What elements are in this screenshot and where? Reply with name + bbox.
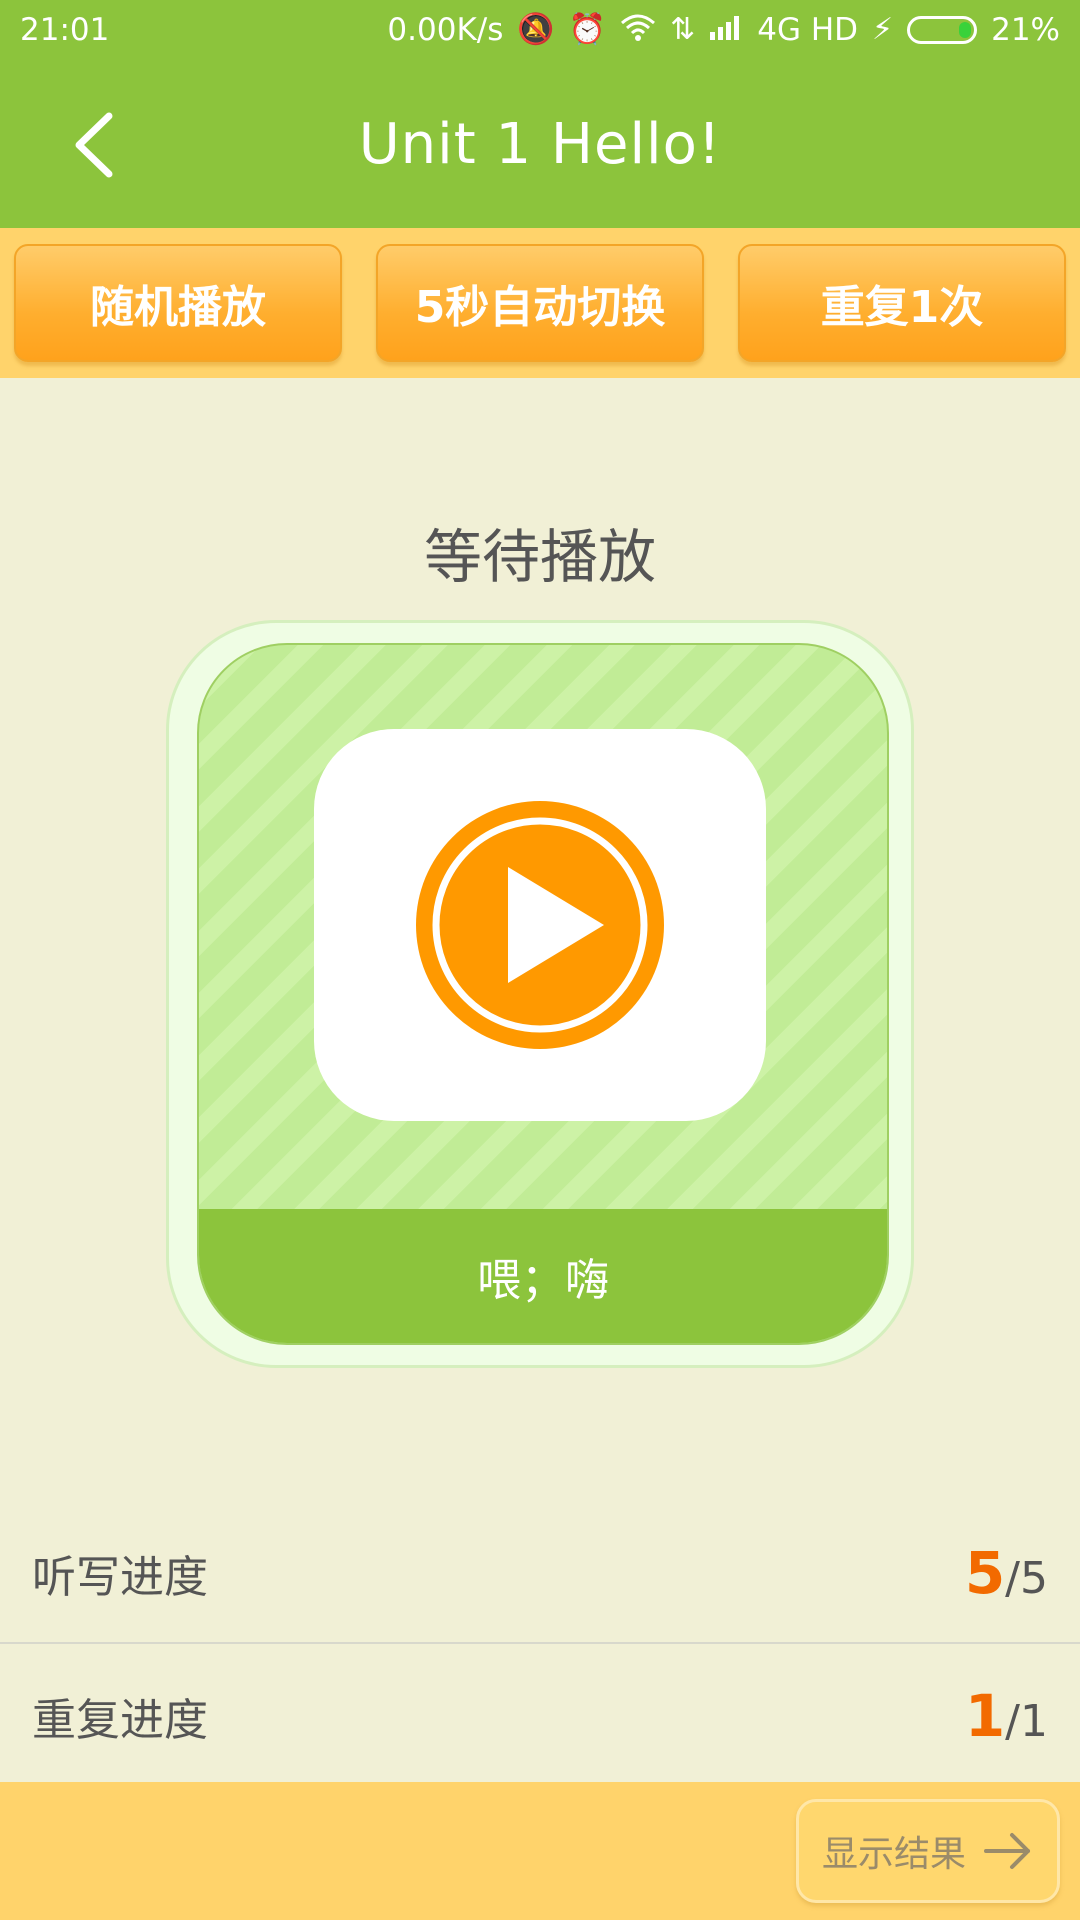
show-result-label: 显示结果	[821, 1834, 966, 1875]
dictation-progress-current: 5	[964, 1539, 1006, 1607]
toolbar: 随机播放 5秒自动切换 重复1次	[0, 228, 1080, 378]
repeat-progress-current: 1	[964, 1682, 1006, 1750]
play-status-label: 等待播放	[423, 523, 656, 591]
show-result-button[interactable]: 显示结果	[796, 1799, 1060, 1903]
charging-icon: ⚡	[872, 12, 894, 47]
back-arrow-icon	[75, 112, 113, 178]
footer: 显示结果	[0, 1782, 1080, 1920]
dictation-progress-total: /5	[1005, 1553, 1048, 1604]
dictation-progress-value: 5/5	[965, 1539, 1048, 1607]
mute-bell-icon: 🔕	[517, 12, 555, 47]
word-meaning: 喂；嗨	[199, 1209, 887, 1343]
back-button[interactable]	[48, 100, 138, 190]
repeat-progress-row: 重复进度 1/1	[0, 1646, 1080, 1786]
status-bar: 21:01 0.00K/s 🔕 ⏰ ⇅ 4G HD ⚡ 21%	[0, 0, 1080, 60]
repeat-progress-total: /1	[1005, 1696, 1048, 1747]
data-arrows-icon: ⇅	[670, 12, 696, 47]
signal-icon	[709, 14, 743, 46]
alarm-icon: ⏰	[568, 12, 607, 47]
repeat-progress-value: 1/1	[965, 1682, 1048, 1750]
status-time: 21:01	[20, 12, 110, 48]
word-card: 喂；嗨	[166, 620, 914, 1368]
wifi-icon	[620, 13, 656, 47]
dictation-progress-row: 听写进度 5/5	[0, 1504, 1080, 1644]
play-icon	[416, 801, 664, 1049]
battery-fill	[959, 22, 972, 38]
repeat-button[interactable]: 重复1次	[738, 244, 1066, 362]
page-title: Unit 1 Hello!	[358, 111, 722, 177]
status-indicators: 0.00K/s 🔕 ⏰ ⇅ 4G HD ⚡ 21%	[387, 12, 1060, 48]
repeat-progress-label: 重复进度	[32, 1695, 208, 1746]
net-speed: 0.00K/s	[387, 12, 504, 48]
arrow-right-icon	[984, 1833, 1030, 1869]
play-button[interactable]	[314, 729, 766, 1121]
random-play-button[interactable]: 随机播放	[14, 244, 342, 362]
battery-percent: 21%	[991, 12, 1060, 48]
battery-icon	[907, 16, 978, 44]
header: Unit 1 Hello!	[0, 60, 1080, 228]
network-type: 4G HD	[757, 12, 859, 48]
auto-switch-button[interactable]: 5秒自动切换	[376, 244, 704, 362]
dictation-progress-label: 听写进度	[32, 1552, 208, 1603]
word-card-inner: 喂；嗨	[197, 643, 889, 1345]
